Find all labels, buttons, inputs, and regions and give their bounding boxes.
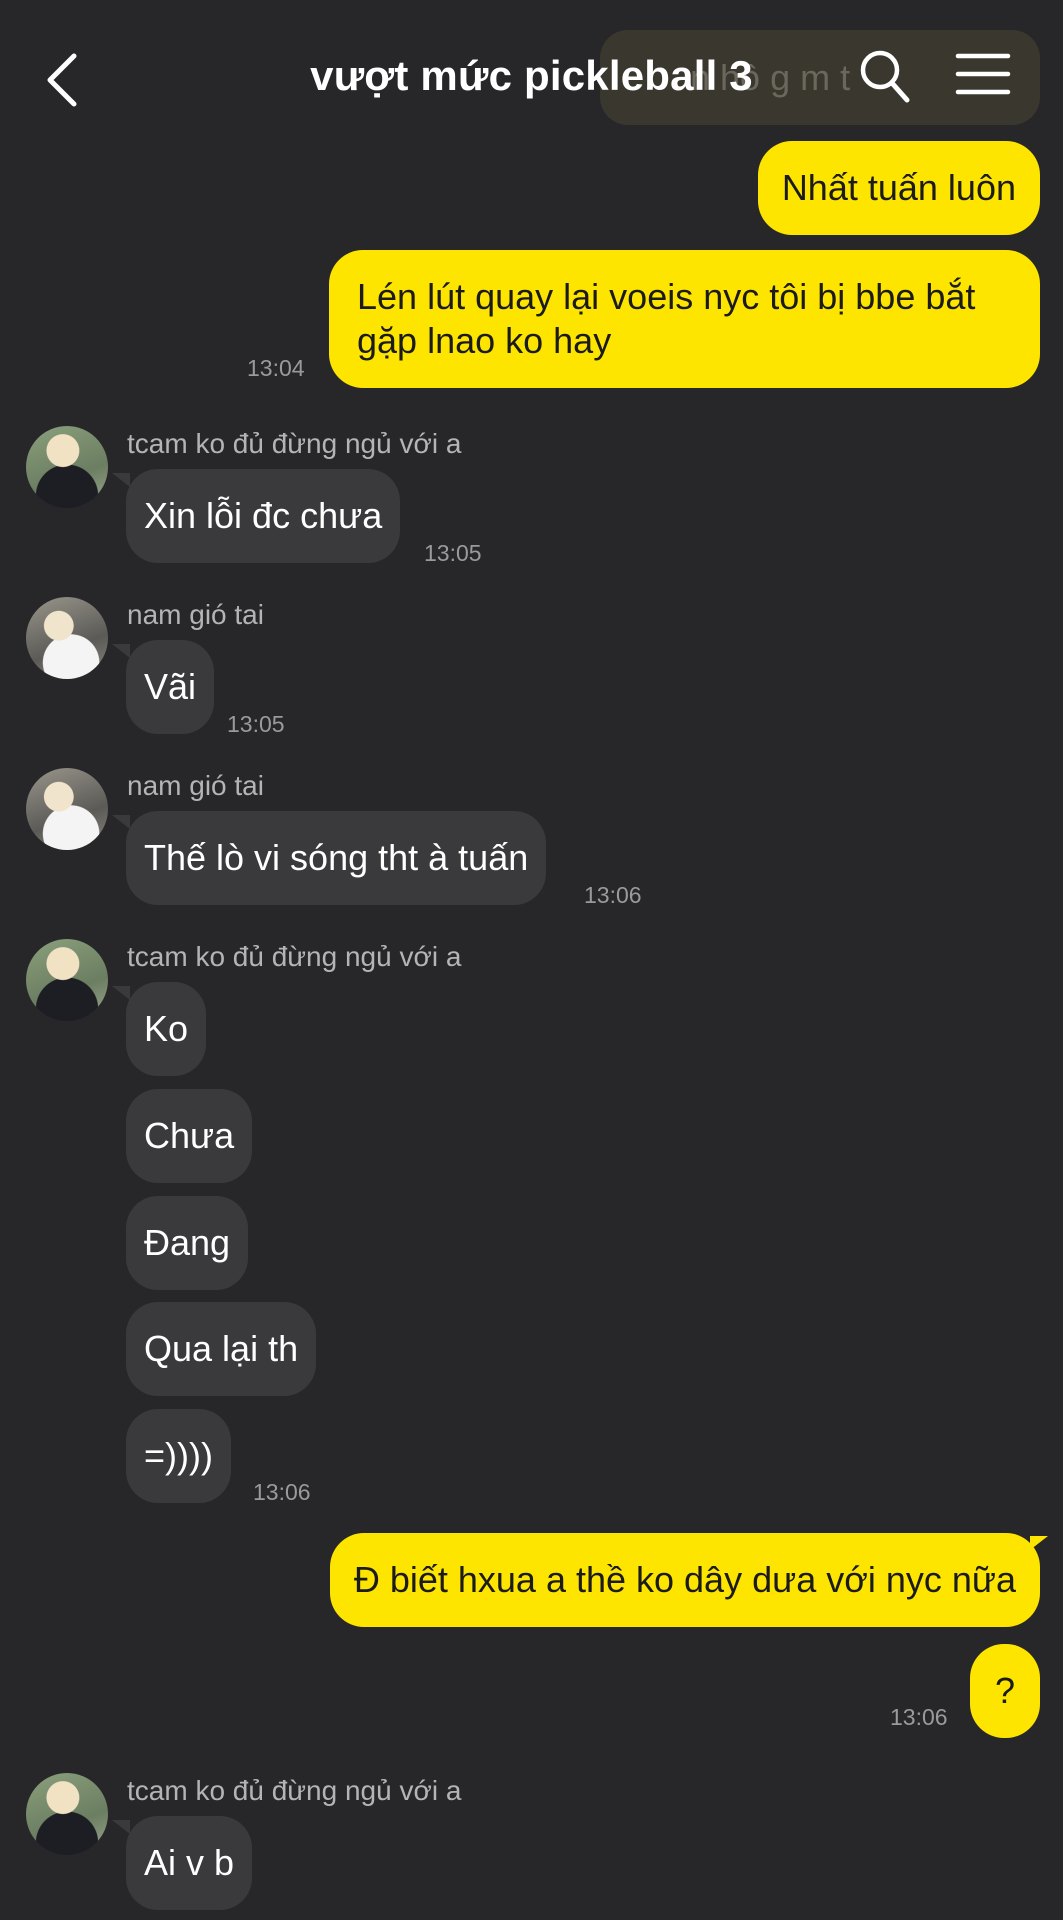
bubble-tail bbox=[112, 644, 130, 658]
avatar[interactable] bbox=[26, 768, 108, 850]
search-icon bbox=[860, 50, 910, 103]
sender-name: tcam ko đủ đừng ngủ với a bbox=[127, 1775, 462, 1806]
their-message-bubble[interactable]: Thế lò vi sóng tht à tuấn bbox=[126, 811, 547, 905]
bubble-tail bbox=[112, 1820, 130, 1834]
bubble-tail bbox=[112, 473, 130, 487]
avatar[interactable] bbox=[26, 939, 108, 1021]
message-time: 13:06 bbox=[253, 1479, 311, 1505]
chat-header: n hồ g m t vượt mức pickleball 3 bbox=[0, 0, 1063, 160]
their-message-bubble[interactable]: Ai v b bbox=[126, 1816, 253, 1910]
search-button[interactable] bbox=[858, 48, 910, 104]
message-time: 13:05 bbox=[424, 540, 482, 566]
their-message-bubble[interactable]: Ko bbox=[126, 982, 207, 1076]
menu-icon bbox=[955, 53, 1011, 95]
their-message-bubble[interactable]: Xin lỗi đc chưa bbox=[126, 469, 401, 563]
my-message-bubble[interactable]: Đ biết hxua a thề ko dây dưa với nyc nữa bbox=[329, 1533, 1040, 1627]
their-message-bubble[interactable]: Qua lại th bbox=[126, 1302, 317, 1396]
menu-button[interactable] bbox=[955, 52, 1011, 96]
avatar[interactable] bbox=[26, 426, 108, 508]
their-message-bubble[interactable]: =)))) bbox=[126, 1409, 231, 1503]
message-time: 13:06 bbox=[584, 882, 642, 908]
their-message-bubble[interactable]: Vãi bbox=[126, 640, 215, 734]
my-message-bubble[interactable]: Lén lút quay lại voeis nyc tôi bị bbe bắ… bbox=[329, 250, 1040, 388]
bubble-tail bbox=[112, 815, 130, 829]
their-message-bubble[interactable]: Chưa bbox=[126, 1089, 253, 1183]
sender-name: nam gió tai bbox=[127, 770, 264, 801]
sender-name: tcam ko đủ đừng ngủ với a bbox=[127, 428, 462, 459]
avatar[interactable] bbox=[26, 1773, 108, 1855]
message-time: 13:04 bbox=[247, 355, 305, 381]
bubble-tail bbox=[112, 986, 130, 1000]
sender-name: tcam ko đủ đừng ngủ với a bbox=[127, 941, 462, 972]
their-message-bubble[interactable]: Đang bbox=[126, 1196, 249, 1290]
message-time: 13:05 bbox=[227, 711, 285, 737]
my-message-bubble[interactable]: ? bbox=[970, 1644, 1040, 1738]
message-time: 13:06 bbox=[890, 1704, 948, 1730]
sender-name: nam gió tai bbox=[127, 599, 264, 630]
avatar[interactable] bbox=[26, 597, 108, 679]
